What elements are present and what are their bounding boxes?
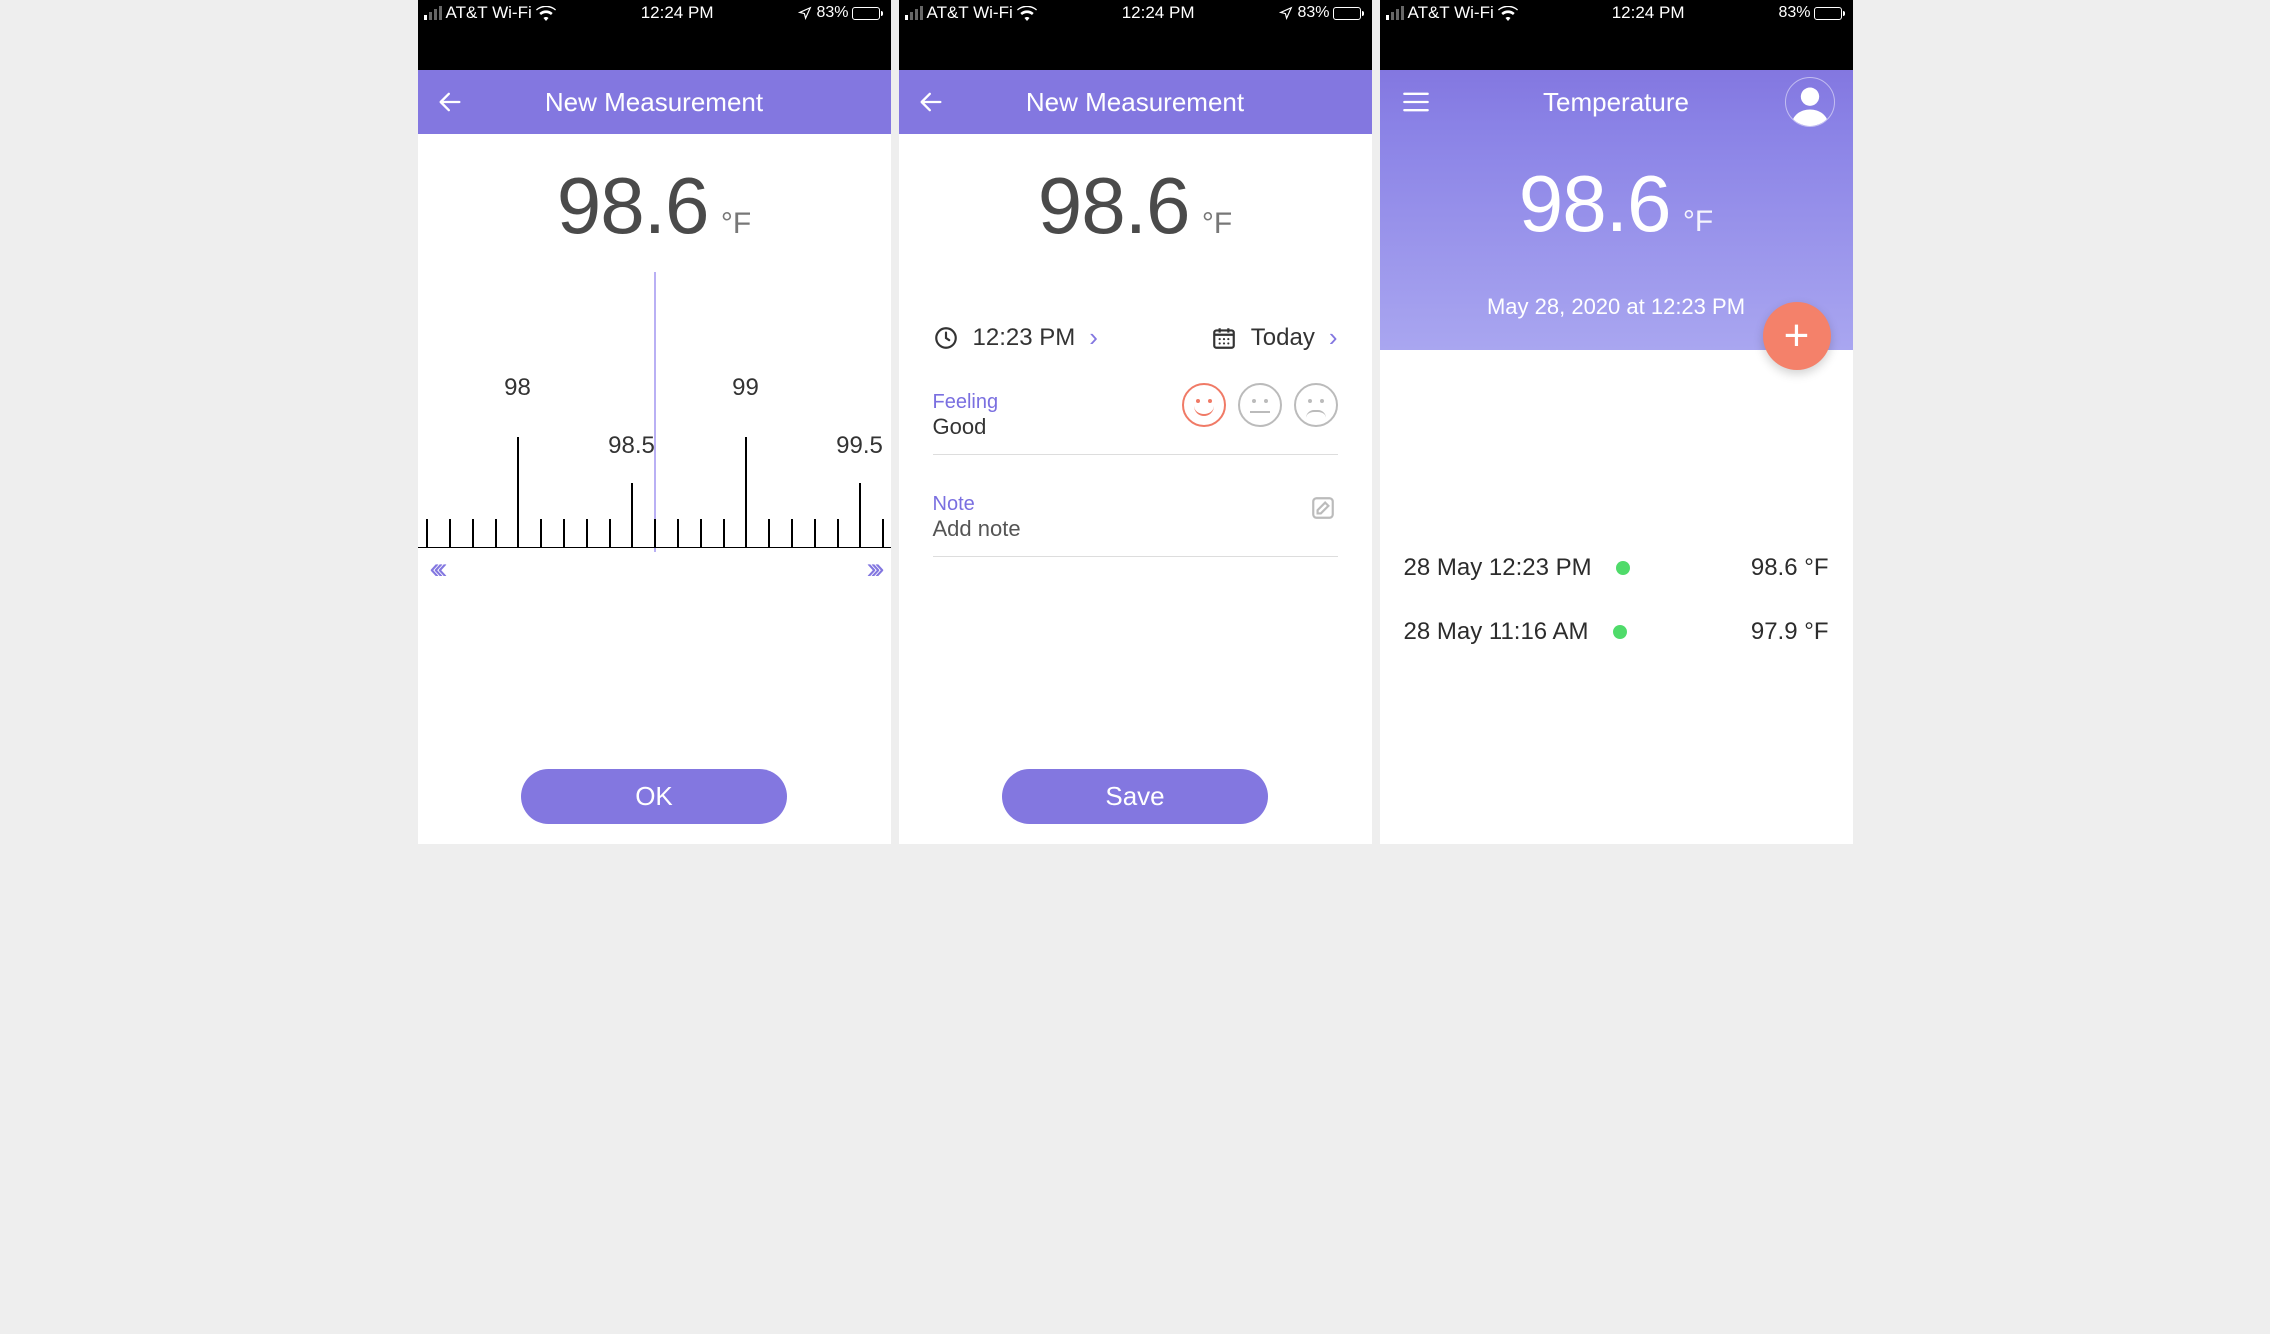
screen-new-measurement-ruler: AT&T Wi-Fi 12:24 PM 83% New Measurement … [418, 0, 891, 844]
battery-icon [852, 7, 880, 20]
ruler-label-major-right: 99 [732, 374, 759, 402]
wifi-icon [1017, 6, 1037, 21]
temperature-display: 98.6 °F [1380, 134, 1853, 250]
temperature-value: 98.6 [1038, 160, 1190, 252]
battery-pct: 83% [816, 4, 848, 22]
signal-icon [905, 6, 923, 20]
page-title: New Measurement [545, 87, 763, 118]
signal-icon [424, 6, 442, 20]
entry-date: 28 May 12:23 PM [1404, 554, 1592, 582]
carrier-label: AT&T Wi-Fi [1408, 3, 1494, 23]
device-top-black: AT&T Wi-Fi 12:24 PM 83% [899, 0, 1372, 70]
menu-icon[interactable] [1402, 91, 1430, 113]
chevron-right-icon: › [1089, 322, 1098, 353]
temperature-unit: °F [1202, 207, 1232, 241]
header: New Measurement [418, 70, 891, 134]
ruler-label-major-left: 98 [504, 374, 531, 402]
add-measurement-fab[interactable]: + [1763, 302, 1831, 370]
temperature-display: 98.6 °F [899, 134, 1372, 252]
save-button[interactable]: Save [1002, 769, 1268, 824]
clock-icon [933, 325, 959, 351]
feeling-sad-icon[interactable] [1294, 383, 1338, 427]
temperature-value: 98.6 [557, 160, 709, 252]
status-time: 12:24 PM [641, 3, 714, 23]
header: New Measurement [899, 70, 1372, 134]
list-item[interactable]: 28 May 11:16 AM 97.9 °F [1404, 600, 1829, 664]
carrier-label: AT&T Wi-Fi [927, 3, 1013, 23]
feeling-happy-icon[interactable] [1182, 383, 1226, 427]
location-icon [1279, 6, 1293, 20]
date-value: Today [1251, 324, 1315, 352]
status-time: 12:24 PM [1612, 3, 1685, 23]
entry-value: 97.9 °F [1751, 618, 1829, 646]
screen-temperature-summary: AT&T Wi-Fi 12:24 PM 83% Temperature 98.6… [1380, 0, 1853, 844]
note-label: Note [933, 493, 1338, 516]
feeling-neutral-icon[interactable] [1238, 383, 1282, 427]
back-icon[interactable] [436, 88, 464, 116]
list-item[interactable]: 28 May 12:23 PM 98.6 °F [1404, 536, 1829, 600]
battery-icon [1814, 7, 1842, 20]
temperature-ruler[interactable]: 98 98.5 99 99.5 ‹‹‹ ››› [418, 272, 891, 572]
page-title: New Measurement [1026, 87, 1244, 118]
time-picker[interactable]: 12:23 PM › [933, 322, 1098, 353]
date-picker[interactable]: Today › [1211, 322, 1338, 353]
wifi-icon [536, 6, 556, 21]
measurement-list: 28 May 12:23 PM 98.6 °F 28 May 11:16 AM … [1380, 350, 1853, 664]
battery-pct: 83% [1778, 4, 1810, 22]
plus-icon: + [1784, 311, 1810, 361]
chevron-right-icon: › [1329, 322, 1338, 353]
carrier-label: AT&T Wi-Fi [446, 3, 532, 23]
status-bar: AT&T Wi-Fi 12:24 PM 83% [418, 0, 891, 26]
entry-value: 98.6 °F [1751, 554, 1829, 582]
time-value: 12:23 PM [973, 324, 1076, 352]
device-top-black: AT&T Wi-Fi 12:24 PM 83% [1380, 0, 1853, 70]
signal-icon [1386, 6, 1404, 20]
entry-date: 28 May 11:16 AM [1404, 618, 1589, 646]
page-title: Temperature [1543, 87, 1689, 118]
battery-icon [1333, 7, 1361, 20]
feeling-field: Feeling Good [933, 377, 1338, 455]
temperature-unit: °F [721, 207, 751, 241]
status-dot-icon [1613, 625, 1627, 639]
note-field[interactable]: Note Add note [933, 479, 1338, 557]
note-placeholder: Add note [933, 516, 1338, 542]
status-bar: AT&T Wi-Fi 12:24 PM 83% [899, 0, 1372, 26]
battery-pct: 83% [1297, 4, 1329, 22]
profile-avatar[interactable] [1785, 77, 1835, 127]
wifi-icon [1498, 6, 1518, 21]
ok-button[interactable]: OK [521, 769, 787, 824]
temperature-unit: °F [1683, 205, 1713, 239]
calendar-icon [1211, 325, 1237, 351]
ruler-scroll-right-icon[interactable]: ››› [867, 552, 879, 586]
status-time: 12:24 PM [1122, 3, 1195, 23]
edit-icon[interactable] [1310, 495, 1336, 521]
ruler-scroll-left-icon[interactable]: ‹‹‹ [430, 552, 442, 586]
status-bar: AT&T Wi-Fi 12:24 PM 83% [1380, 0, 1853, 26]
ruler-label-half-right: 99.5 [836, 432, 883, 460]
location-icon [798, 6, 812, 20]
back-icon[interactable] [917, 88, 945, 116]
header: Temperature [1380, 70, 1853, 134]
device-top-black: AT&T Wi-Fi 12:24 PM 83% [418, 0, 891, 70]
temperature-display: 98.6 °F [418, 134, 891, 252]
temperature-value: 98.6 [1519, 158, 1671, 250]
status-dot-icon [1616, 561, 1630, 575]
ruler-label-half-left: 98.5 [608, 432, 655, 460]
screen-new-measurement-details: AT&T Wi-Fi 12:24 PM 83% New Measurement … [899, 0, 1372, 844]
